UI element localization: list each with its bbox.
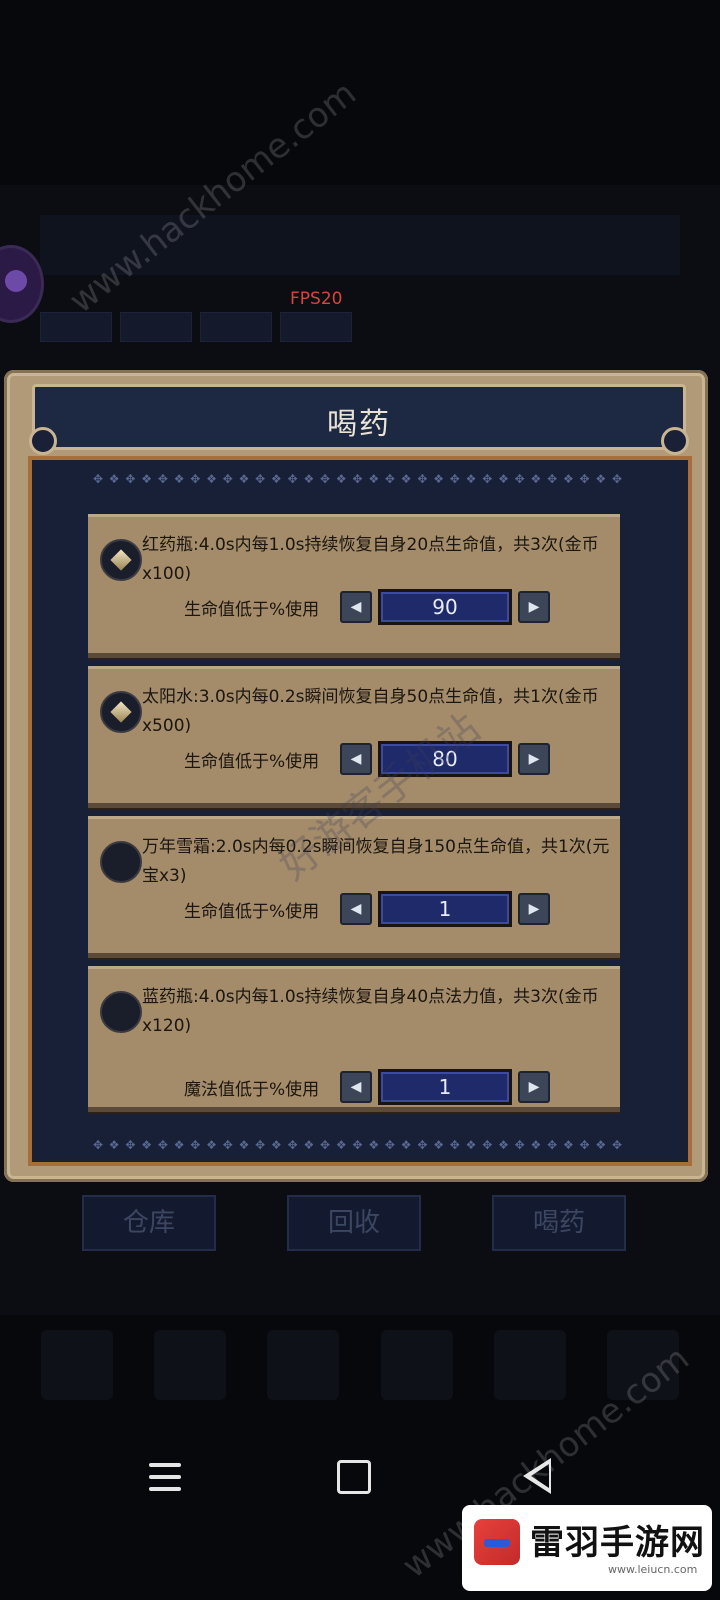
brand-url: www.leiucn.com — [608, 1563, 698, 1576]
background-menu-icon — [40, 1330, 113, 1400]
dialog-title: 喝药 — [327, 407, 391, 442]
decrease-arrow-button[interactable]: ◀ — [340, 591, 372, 623]
potion-card-red: 红药瓶:4.0s内每1.0s持续恢复自身20点生命值，共3次(金币x100) 生… — [88, 514, 620, 658]
recycle-button[interactable]: 回收 — [287, 1195, 421, 1251]
warehouse-button[interactable]: 仓库 — [82, 1195, 216, 1251]
ornament-border-top: ✥ ❖ ✥ ❖ ✥ ❖ ✥ ❖ ✥ ❖ ✥ ❖ ✥ ❖ ✥ ❖ ✥ ❖ ✥ ❖ … — [92, 472, 624, 486]
threshold-row: 生命值低于%使用 ◀ 1 ▶ — [184, 891, 550, 927]
background-tab — [200, 312, 272, 342]
diamond-gem-icon[interactable] — [100, 539, 142, 581]
background-tab — [120, 312, 192, 342]
dialog-title-bar: 喝药 — [29, 384, 689, 455]
potion-button[interactable]: 喝药 — [492, 1195, 626, 1251]
threshold-label: 生命值低于%使用 — [184, 599, 320, 620]
potion-description: 红药瓶:4.0s内每1.0s持续恢复自身20点生命值，共3次(金币x100) — [142, 535, 599, 584]
background-tab — [40, 312, 112, 342]
potion-description: 太阳水:3.0s内每0.2s瞬间恢复自身50点生命值，共1次(金币x500) — [142, 687, 599, 736]
increase-arrow-button[interactable]: ▶ — [518, 743, 550, 775]
decrease-arrow-button[interactable]: ◀ — [340, 1071, 372, 1103]
fps-counter: FPS20 — [290, 289, 343, 309]
potion-card-blue: 蓝药瓶:4.0s内每1.0s持续恢复自身40点法力值，共3次(金币x120) 魔… — [88, 966, 620, 1112]
menu-icon[interactable] — [149, 1463, 181, 1491]
empty-gem-icon[interactable] — [100, 991, 142, 1033]
decrease-arrow-button[interactable]: ◀ — [340, 893, 372, 925]
background-menu-icon — [380, 1330, 453, 1400]
diamond-gem-icon[interactable] — [100, 691, 142, 733]
potion-description: 万年雪霜:2.0s内每0.2s瞬间恢复自身150点生命值，共1次(元宝x3) — [142, 837, 610, 886]
ornament-border-bottom: ✥ ❖ ✥ ❖ ✥ ❖ ✥ ❖ ✥ ❖ ✥ ❖ ✥ ❖ ✥ ❖ ✥ ❖ ✥ ❖ … — [92, 1138, 624, 1152]
threshold-label: 生命值低于%使用 — [184, 901, 320, 922]
scroll-curl-right-icon — [661, 427, 689, 455]
threshold-value[interactable]: 90 — [378, 589, 512, 625]
increase-arrow-button[interactable]: ▶ — [518, 1071, 550, 1103]
scroll-curl-left-icon — [29, 427, 57, 455]
threshold-label: 生命值低于%使用 — [184, 751, 320, 772]
brand-badge: 雷羽手游网 www.leiucn.com — [462, 1505, 712, 1591]
background-menu-icon — [493, 1330, 566, 1400]
increase-arrow-button[interactable]: ▶ — [518, 893, 550, 925]
brand-logo-icon — [474, 1519, 520, 1565]
brand-name: 雷羽手游网 — [530, 1523, 705, 1563]
background-menu-icon — [267, 1330, 340, 1400]
increase-arrow-button[interactable]: ▶ — [518, 591, 550, 623]
background-tab — [280, 312, 352, 342]
threshold-row: 魔法值低于%使用 ◀ 1 ▶ — [184, 1069, 550, 1105]
avatar-face-icon — [5, 270, 27, 292]
threshold-label: 魔法值低于%使用 — [184, 1079, 320, 1100]
background-menu-icon — [153, 1330, 226, 1400]
empty-gem-icon[interactable] — [100, 841, 142, 883]
potion-description: 蓝药瓶:4.0s内每1.0s持续恢复自身40点法力值，共3次(金币x120) — [142, 987, 599, 1036]
home-icon[interactable] — [337, 1460, 371, 1494]
threshold-row: 生命值低于%使用 ◀ 90 ▶ — [184, 589, 550, 625]
threshold-value[interactable]: 1 — [378, 1069, 512, 1105]
threshold-value[interactable]: 1 — [378, 891, 512, 927]
